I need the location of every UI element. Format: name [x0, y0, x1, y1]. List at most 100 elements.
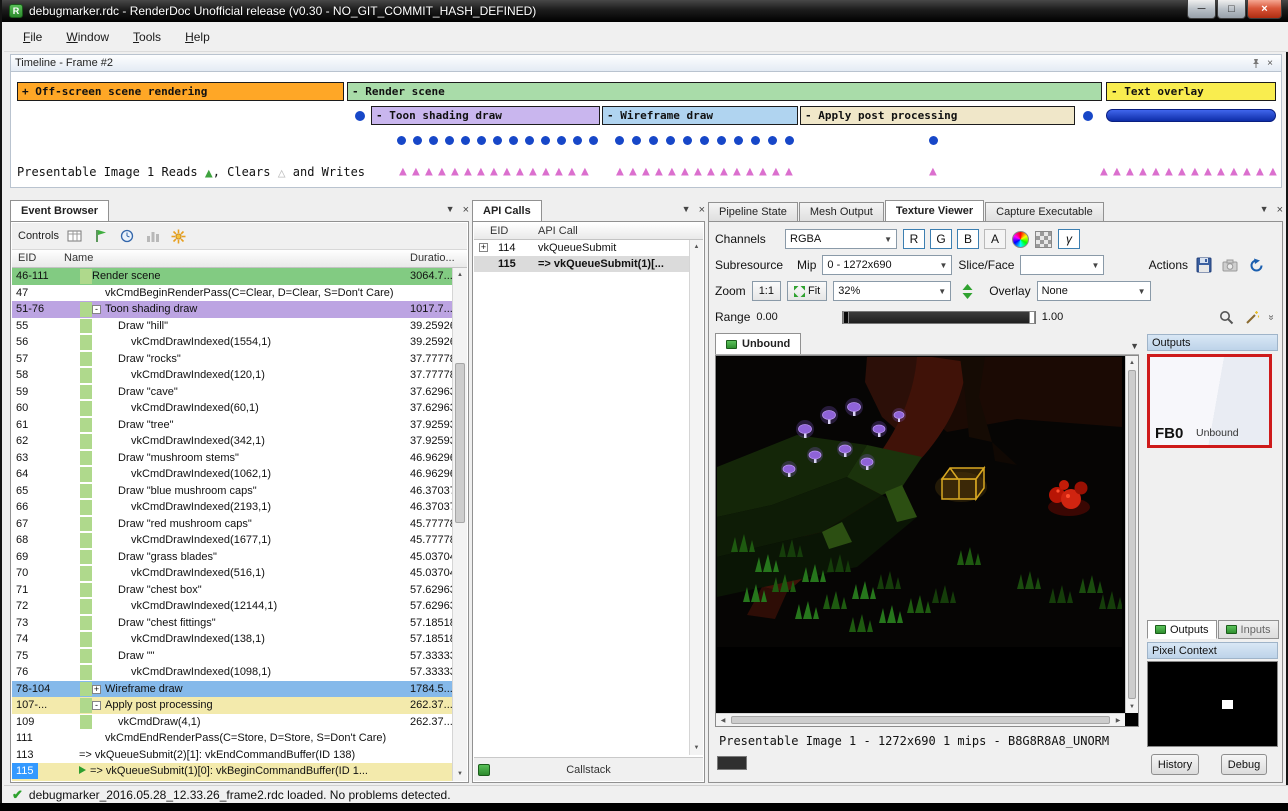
event-row[interactable]: 46-111Render scene3064.7... [12, 268, 454, 285]
event-row[interactable]: 62vkCmdDrawIndexed(342,1)37.92593 [12, 433, 454, 450]
grid-icon[interactable] [65, 227, 85, 245]
checkerboard-icon[interactable] [1035, 231, 1052, 248]
event-row[interactable]: 76vkCmdDrawIndexed(1098,1)57.33333 [12, 664, 454, 681]
chevron-down-icon[interactable]: ▼ [682, 204, 691, 216]
event-row[interactable]: 51-76-Toon shading draw1017.7... [12, 301, 454, 318]
timeline-marker-bar[interactable]: - Apply post processing [800, 106, 1075, 125]
texture-display[interactable]: ▲ ▼ ◀ ▶ [715, 355, 1139, 727]
chart-icon[interactable] [143, 227, 163, 245]
color-wheel-icon[interactable] [1012, 231, 1029, 248]
timeline-pass-bar[interactable]: - Text overlay [1106, 82, 1276, 101]
tree-expander[interactable]: - [92, 701, 101, 710]
event-row[interactable]: 72vkCmdDrawIndexed(12144,1)57.62963 [12, 598, 454, 615]
event-row[interactable]: 69Draw "grass blades"45.03704 [12, 549, 454, 566]
column-name[interactable]: Name [64, 252, 93, 264]
save-icon[interactable] [1194, 256, 1214, 274]
tree-expander[interactable]: - [92, 305, 101, 314]
channel-a-button[interactable]: A [984, 229, 1006, 249]
scroll-up-icon[interactable]: ▲ [453, 268, 467, 282]
event-row[interactable]: 75Draw ""57.33333 [12, 648, 454, 665]
sliceface-dropdown[interactable]: ▼ [1020, 255, 1104, 275]
refresh-icon[interactable] [1246, 256, 1266, 274]
column-eid[interactable]: EID [490, 225, 508, 237]
scroll-down-icon[interactable]: ▼ [690, 741, 703, 755]
event-row[interactable]: 61Draw "tree"37.92593 [12, 417, 454, 434]
zoom-dropdown[interactable]: 32%▼ [833, 281, 951, 301]
scroll-right-icon[interactable]: ▶ [1111, 714, 1125, 726]
close-button[interactable]: × [1247, 0, 1282, 19]
flip-y-icon[interactable] [957, 282, 977, 300]
fit-button[interactable]: Fit [787, 281, 827, 301]
scroll-down-icon[interactable]: ▼ [453, 767, 467, 781]
timeline-marker-bar[interactable]: - Toon shading draw [371, 106, 600, 125]
range-slider[interactable] [842, 311, 1036, 324]
overlay-dropdown[interactable]: None▼ [1037, 281, 1151, 301]
event-row[interactable]: 60vkCmdDrawIndexed(60,1)37.62963 [12, 400, 454, 417]
event-row[interactable]: 68vkCmdDrawIndexed(1677,1)45.77778 [12, 532, 454, 549]
toolbar-overflow-icon[interactable]: » [1266, 314, 1277, 320]
column-eid[interactable]: EID [18, 252, 36, 264]
clock-icon[interactable] [117, 227, 137, 245]
event-row[interactable]: 74vkCmdDrawIndexed(138,1)57.18518 [12, 631, 454, 648]
event-row[interactable]: 109vkCmdDraw(4,1)262.37... [12, 714, 454, 731]
scroll-left-icon[interactable]: ◀ [716, 714, 730, 726]
event-row[interactable]: 113=> vkQueueSubmit(2)[1]: vkEndCommandB… [12, 747, 454, 764]
scrollbar-thumb[interactable] [1128, 370, 1136, 699]
channel-r-button[interactable]: R [903, 229, 925, 249]
close-icon[interactable]: × [699, 204, 705, 216]
event-row[interactable]: 63Draw "mushroom stems"46.96296 [12, 450, 454, 467]
chevron-down-icon[interactable]: ▼ [1260, 204, 1269, 216]
timeline-pass-bar[interactable]: + Off-screen scene rendering [17, 82, 344, 101]
event-row[interactable]: 107-...-Apply post processing262.37... [12, 697, 454, 714]
sun-icon[interactable] [169, 227, 189, 245]
column-duration[interactable]: Duratio... [410, 252, 455, 264]
close-icon[interactable]: × [463, 204, 469, 216]
column-api-call[interactable]: API Call [538, 225, 578, 237]
event-row[interactable]: 57Draw "rocks"37.77778 [12, 351, 454, 368]
api-row[interactable]: +114vkQueueSubmit [474, 240, 691, 256]
tab-outputs[interactable]: Outputs [1147, 620, 1217, 639]
texture-list-dropdown-icon[interactable]: ▼ [1130, 341, 1139, 351]
event-browser-scrollbar[interactable]: ▲ ▼ [452, 268, 467, 781]
texture-vertical-scrollbar[interactable]: ▲ ▼ [1125, 356, 1138, 713]
event-row[interactable]: 71Draw "chest box"57.62963 [12, 582, 454, 599]
event-row[interactable]: 59Draw "cave"37.62963 [12, 384, 454, 401]
range-min-handle[interactable] [843, 311, 849, 324]
tree-expander[interactable]: + [479, 243, 488, 252]
range-max-handle[interactable] [1029, 311, 1035, 324]
channels-dropdown[interactable]: RGBA▼ [785, 229, 897, 249]
menu-item-window[interactable]: Window [55, 26, 120, 48]
flag-icon[interactable] [91, 227, 111, 245]
event-row[interactable]: 64vkCmdDrawIndexed(1062,1)46.96296 [12, 466, 454, 483]
scroll-up-icon[interactable]: ▲ [690, 240, 703, 254]
scrollbar-thumb[interactable] [731, 716, 1110, 724]
event-row[interactable]: 67Draw "red mushroom caps"45.77778 [12, 516, 454, 533]
scroll-down-icon[interactable]: ▼ [1126, 700, 1138, 713]
event-row[interactable]: 66vkCmdDrawIndexed(2193,1)46.37037 [12, 499, 454, 516]
callstack-panel-icon[interactable] [478, 764, 490, 776]
event-row[interactable]: 116-...+Text overlay511.7037 [12, 780, 454, 782]
debug-button[interactable]: Debug [1221, 754, 1267, 775]
tab-inputs[interactable]: Inputs [1218, 620, 1279, 639]
event-row[interactable]: 55Draw "hill"39.25926 [12, 318, 454, 335]
event-row[interactable]: 56vkCmdDrawIndexed(1554,1)39.25926 [12, 334, 454, 351]
gamma-button[interactable]: γ [1058, 229, 1080, 249]
timeline-marker-bar[interactable]: - Wireframe draw [602, 106, 798, 125]
camera-icon[interactable] [1220, 256, 1240, 274]
pin-icon[interactable] [1249, 57, 1263, 70]
minimize-button[interactable]: ─ [1187, 0, 1216, 19]
mip-dropdown[interactable]: 0 - 1272x690▼ [822, 255, 952, 275]
menu-item-tools[interactable]: Tools [122, 26, 172, 48]
event-row[interactable]: 65Draw "blue mushroom caps"46.37037 [12, 483, 454, 500]
event-row[interactable]: 47vkCmdBeginRenderPass(C=Clear, D=Clear,… [12, 285, 454, 302]
pixel-context-view[interactable] [1147, 661, 1278, 747]
api-calls-scrollbar[interactable]: ▲ ▼ [689, 240, 703, 755]
channel-g-button[interactable]: G [930, 229, 952, 249]
scrollbar-thumb[interactable] [455, 363, 465, 523]
wand-icon[interactable] [1242, 308, 1262, 326]
tab-unbound-texture[interactable]: Unbound [715, 333, 801, 354]
maximize-button[interactable]: □ [1217, 0, 1246, 19]
menu-item-help[interactable]: Help [174, 26, 221, 48]
close-icon[interactable]: × [1277, 204, 1283, 216]
event-row[interactable]: 78-104+Wireframe draw1784.5... [12, 681, 454, 698]
